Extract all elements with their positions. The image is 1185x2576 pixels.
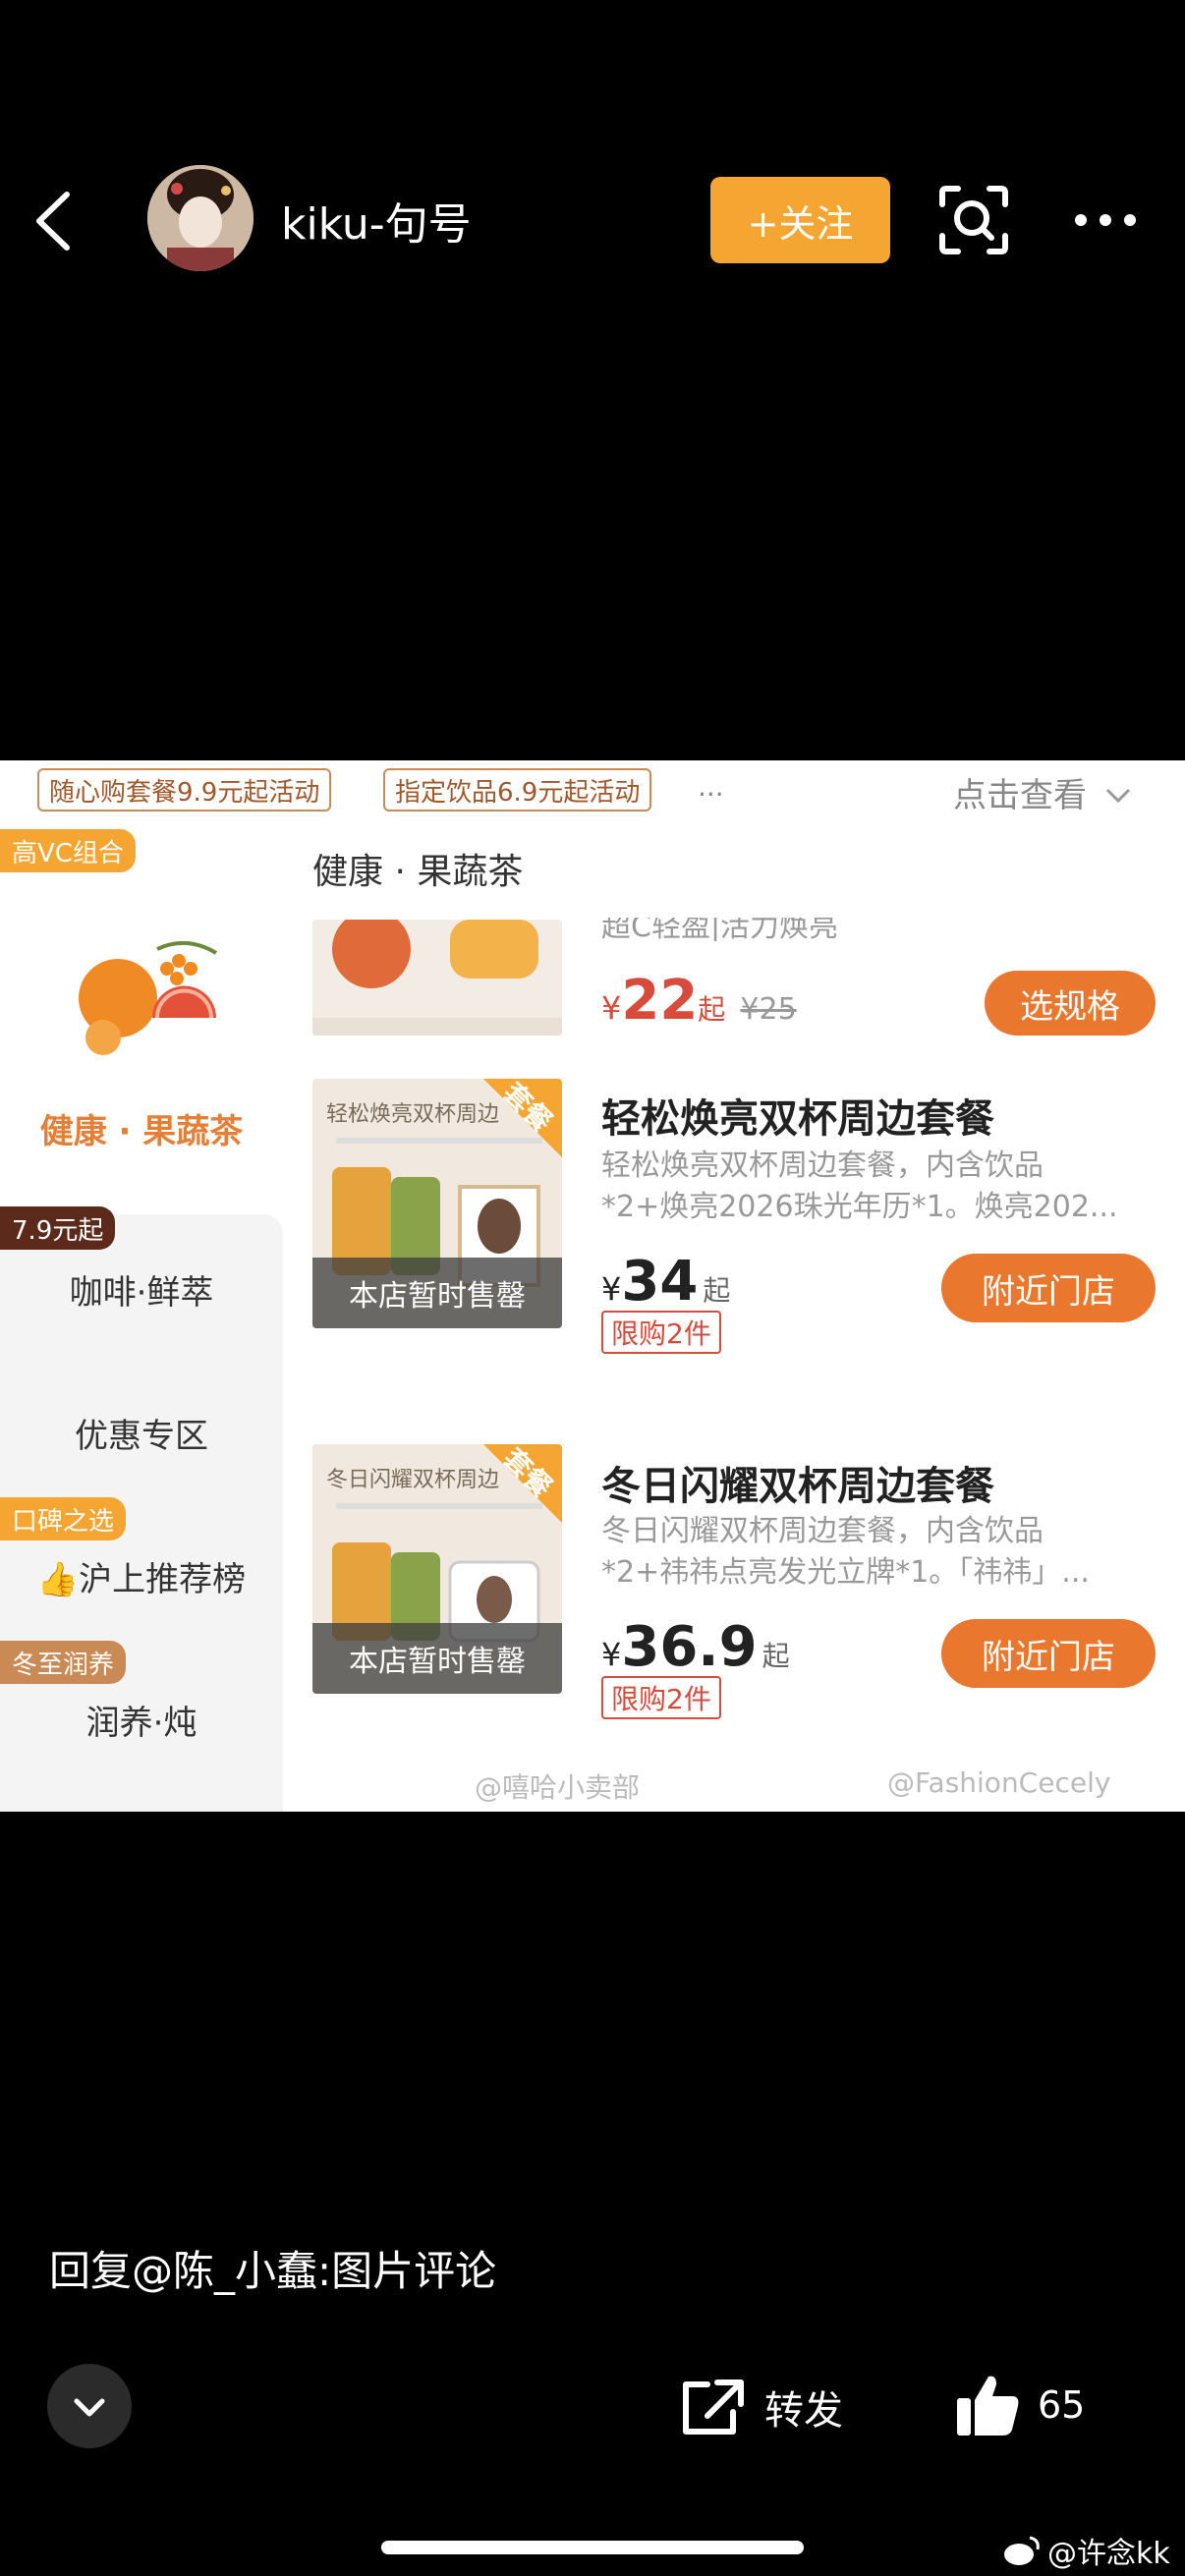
more-icon[interactable] — [1071, 206, 1140, 234]
collapse-button[interactable] — [47, 2364, 132, 2448]
nearby-store-button[interactable]: 附近门店 — [941, 1619, 1156, 1688]
price-value: 36.9 — [621, 1615, 758, 1679]
product-price: ¥36.9 起 — [601, 1615, 790, 1679]
sold-out-overlay: 本店暂时售罄 — [312, 1258, 562, 1328]
price-currency: ¥ — [601, 989, 622, 1027]
sold-out-overlay: 本店暂时售罄 — [312, 1623, 562, 1694]
product-name[interactable]: 冬日闪耀双杯周边套餐 — [601, 1454, 994, 1511]
nav-tag-high-vc: 高VC组合 — [0, 829, 136, 872]
promo-tag: 指定饮品6.9元起活动 — [383, 768, 652, 812]
fruit-tea-image — [59, 939, 226, 1067]
view-more-label: 点击查看 — [953, 776, 1087, 815]
nav-tag-winter: 冬至润养 — [0, 1641, 127, 1684]
weibo-watermark: @许念kk — [1002, 2529, 1170, 2572]
view-more-link: 点击查看 — [953, 768, 1133, 816]
nav-tag-reputation: 口碑之选 — [0, 1497, 127, 1540]
product-desc: 冬日闪耀双杯周边套餐，内含饮品 *2+祎祎点亮发光立牌*1。「祎祎」... — [601, 1511, 1152, 1594]
repost-button[interactable]: 转发 — [678, 2370, 843, 2444]
embedded-screenshot[interactable]: 随心购套餐9.9元起活动 指定饮品6.9元起活动 ... 点击查看 高VC组合 … — [0, 760, 1185, 1812]
promo-more: ... — [698, 770, 724, 803]
sidebar-item-coffee[interactable]: 咖啡·鲜萃 — [0, 1265, 283, 1314]
username[interactable]: kiku-句号 — [281, 189, 472, 252]
avatar[interactable] — [147, 165, 254, 271]
price-suffix: 起 — [703, 1274, 731, 1307]
price-currency: ¥ — [601, 1270, 622, 1308]
chevron-down-icon — [74, 2398, 105, 2417]
promo-row: 随心购套餐9.9元起活动 指定饮品6.9元起活动 ... 点击查看 — [0, 760, 1185, 821]
price-currency: ¥ — [601, 1636, 622, 1673]
sidebar-item-discount[interactable]: 优惠专区 — [0, 1409, 283, 1457]
watermark: @嘻哈小卖部 — [475, 1771, 641, 1804]
top-bar: kiku-句号 +关注 — [0, 0, 1185, 295]
product-thumbnail[interactable] — [312, 920, 562, 1036]
price-suffix: 起 — [698, 993, 726, 1026]
product-desc: 轻松焕亮双杯周边套餐，内含饮品 *2+焕亮2026珠光年历*1。焕亮202... — [601, 1146, 1152, 1228]
weibo-icon — [1004, 2536, 1040, 2565]
product-desc-line: *2+祎祎点亮发光立牌*1。「祎祎」... — [601, 1555, 1090, 1590]
thumbs-up-icon — [957, 2376, 1019, 2436]
purchase-limit-badge: 限购2件 — [601, 1676, 721, 1719]
sidebar-item-ranking[interactable]: 👍沪上推荐榜 — [0, 1552, 283, 1600]
category-sidebar: 高VC组合 健康 · 果蔬茶 7.9元起 咖啡·鲜萃 优惠专区 口碑之选 👍沪上… — [0, 821, 283, 1812]
home-indicator — [381, 2541, 804, 2554]
price-value: 34 — [621, 1250, 699, 1314]
like-count: 65 — [1038, 2383, 1086, 2427]
follow-button[interactable]: +关注 — [710, 177, 890, 263]
sidebar-item-fruit-tea[interactable]: 健康 · 果蔬茶 — [0, 1104, 283, 1152]
thumbnail-title: 冬日闪耀双杯周边 — [326, 1468, 500, 1492]
product-list: 健康 · 果蔬茶 超C轻盈|活力焕亮 ¥22起 ¥25 选规格 轻松焕亮双杯周边… — [283, 821, 1185, 1812]
thumbnail-title: 轻松焕亮双杯周边 — [326, 1102, 500, 1127]
repost-label: 转发 — [764, 2388, 843, 2434]
product-desc-line: 冬日闪耀双杯周边套餐，内含饮品 — [601, 1514, 1044, 1548]
watermark: @FashionCecely — [887, 1766, 1111, 1799]
product-thumbnail[interactable]: 冬日闪耀双杯周边 套餐 本店暂时售罄 — [312, 1444, 562, 1694]
share-icon — [683, 2380, 744, 2435]
sidebar-item-stew[interactable]: 润养·炖 — [0, 1696, 283, 1744]
product-desc-line: *2+焕亮2026珠光年历*1。焕亮202... — [601, 1190, 1118, 1224]
watermark-text: @许念kk — [1047, 2537, 1170, 2571]
product-thumbnail[interactable]: 轻松焕亮双杯周边 套餐 本店暂时售罄 — [312, 1079, 562, 1328]
chevron-down-icon — [1105, 788, 1130, 804]
price-suffix: 起 — [762, 1640, 790, 1672]
product-price: ¥22起 ¥25 — [601, 969, 797, 1033]
nav-tag-price: 7.9元起 — [0, 1206, 116, 1250]
original-price: ¥25 — [740, 992, 797, 1027]
promo-tag: 随心购套餐9.9元起活动 — [37, 768, 332, 812]
like-button[interactable]: 65 — [953, 2368, 1085, 2442]
product-desc-line: 轻松焕亮双杯周边套餐，内含饮品 — [601, 1148, 1044, 1183]
nearby-store-button[interactable]: 附近门店 — [941, 1254, 1156, 1322]
price-value: 22 — [621, 969, 699, 1033]
scan-icon[interactable] — [938, 185, 1009, 255]
purchase-limit-badge: 限购2件 — [601, 1311, 721, 1354]
product-price: ¥34 起 — [601, 1250, 730, 1314]
back-arrow-icon[interactable] — [29, 187, 79, 255]
product-desc: 超C轻盈|活力焕亮 — [601, 918, 839, 941]
select-spec-button[interactable]: 选规格 — [985, 971, 1156, 1036]
section-title: 健康 · 果蔬茶 — [312, 852, 524, 892]
product-name[interactable]: 轻松焕亮双杯周边套餐 — [601, 1087, 994, 1144]
reply-caption: 回复@陈_小蠢:图片评论 — [49, 2247, 497, 2295]
